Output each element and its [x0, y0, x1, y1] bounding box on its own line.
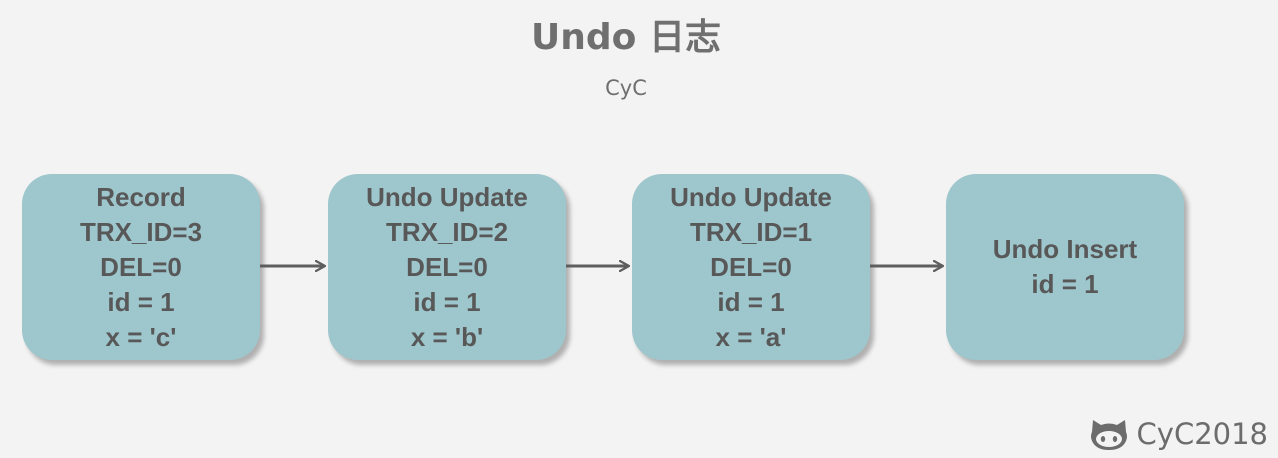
node-line: x = 'b' — [410, 321, 484, 352]
node-line: id = 1 — [413, 286, 481, 317]
node-line: TRX_ID=1 — [689, 216, 813, 247]
node-line: id = 1 — [107, 286, 175, 317]
node-record: Record TRX_ID=3 DEL=0 id = 1 x = 'c' — [22, 174, 260, 360]
node-line: TRX_ID=2 — [385, 216, 509, 247]
node-line: Undo Insert — [992, 234, 1138, 264]
github-octocat-icon — [1090, 420, 1127, 450]
watermark-text: CyC2018 — [1136, 417, 1268, 451]
node-line: DEL=0 — [100, 251, 182, 282]
node-line: TRX_ID=3 — [79, 216, 203, 247]
node-line: DEL=0 — [406, 251, 488, 282]
node-line: Record — [96, 181, 186, 212]
node-line: id = 1 — [1031, 269, 1099, 299]
node-line: Undo Update — [366, 181, 528, 212]
node-undo-insert: Undo Insert id = 1 — [946, 174, 1184, 360]
node-line: x = 'a' — [715, 321, 787, 352]
node-line: DEL=0 — [710, 251, 792, 282]
node-line: Undo Update — [670, 181, 832, 212]
diagram-title: Undo 日志 — [531, 17, 721, 58]
node-undo-update-1: Undo Update TRX_ID=1 DEL=0 id = 1 x = 'a… — [632, 174, 870, 360]
node-line: x = 'c' — [105, 321, 177, 352]
node-undo-update-2: Undo Update TRX_ID=2 DEL=0 id = 1 x = 'b… — [328, 174, 566, 360]
diagram-subtitle: CyC — [605, 76, 647, 100]
watermark: CyC2018 — [1089, 414, 1268, 454]
node-line: id = 1 — [717, 286, 785, 317]
